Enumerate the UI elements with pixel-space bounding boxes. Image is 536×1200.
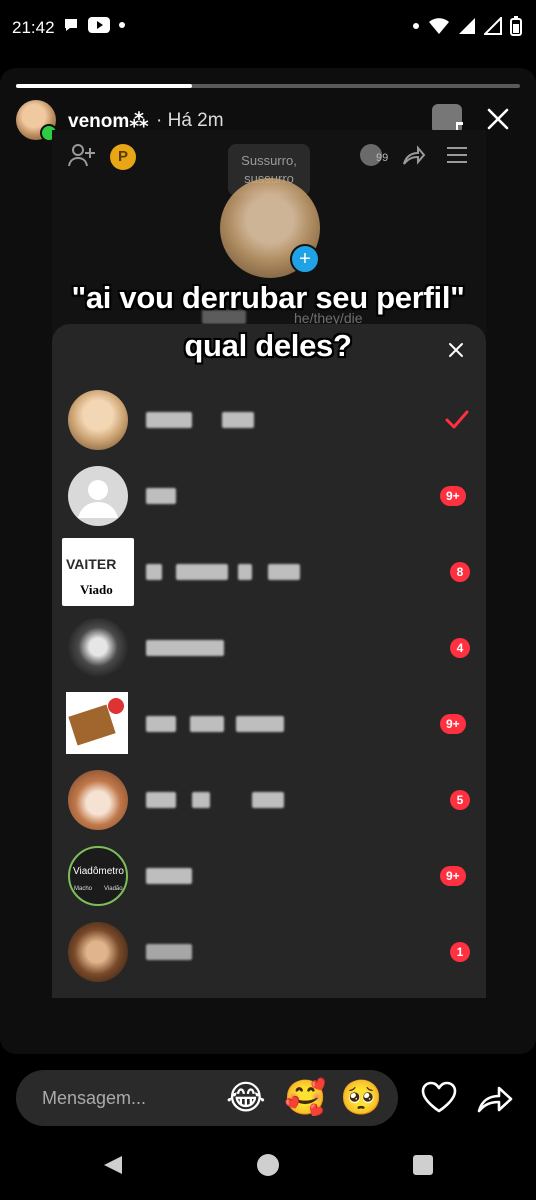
default-avatar-icon — [78, 480, 118, 518]
home-icon[interactable] — [256, 1153, 280, 1177]
account-row[interactable]: 1 — [52, 914, 486, 990]
blurred-name — [252, 792, 284, 808]
story-caption-line2: qual deles? — [184, 328, 352, 363]
avatar-text-right: Viadão — [104, 886, 123, 892]
story-caption: "ai vou derrubar seu perfil" qual deles? — [0, 274, 536, 370]
notification-badge: 4 — [450, 638, 470, 658]
notification-badge: 9+ — [440, 486, 466, 506]
p-badge: P — [110, 144, 136, 170]
dot-icon — [413, 23, 419, 29]
close-icon[interactable] — [485, 106, 511, 132]
account-avatar — [68, 390, 128, 450]
account-row[interactable] — [52, 382, 486, 458]
account-row[interactable]: Viadômetro Macho Viadão 9+ — [52, 838, 486, 914]
blurred-name — [146, 488, 176, 504]
account-row[interactable]: 4 — [52, 610, 486, 686]
android-nav-bar — [0, 1150, 536, 1200]
notification-badge: 5 — [450, 790, 470, 810]
account-row[interactable]: VAITER Viado 8 — [52, 534, 486, 610]
account-row[interactable]: 9+ — [52, 686, 486, 762]
avatar-text-top: VAITER — [66, 556, 117, 572]
recents-icon[interactable] — [412, 1154, 434, 1176]
blurred-name — [190, 716, 224, 732]
status-bar: 21:42 — [0, 0, 536, 60]
share-icon — [403, 145, 426, 165]
blurred-name — [146, 412, 192, 428]
blurred-name — [146, 792, 176, 808]
notification-badge: 9+ — [440, 714, 466, 734]
notification-badge: 1 — [450, 942, 470, 962]
account-avatar — [68, 466, 128, 526]
emoji-laughing[interactable]: 😂 — [226, 1080, 266, 1116]
message-input[interactable]: Mensagem... 😂 🥰 🥺 — [16, 1070, 398, 1126]
blurred-name — [146, 868, 192, 884]
back-icon[interactable] — [102, 1154, 124, 1176]
blurred-name — [222, 412, 254, 428]
share-icon[interactable] — [476, 1082, 514, 1114]
heart-icon[interactable] — [420, 1080, 458, 1114]
account-avatar — [66, 692, 128, 754]
account-switcher-sheet: 9+ VAITER Viado 8 4 9+ 5 Viadômetro Mach… — [52, 324, 486, 998]
dot-icon — [119, 22, 125, 28]
story-caption-line1: "ai vou derrubar seu perfil" — [71, 280, 465, 315]
account-avatar: VAITER Viado — [62, 538, 134, 606]
reply-bar: Mensagem... 😂 🥰 🥺 — [0, 1054, 536, 1200]
avatar-text-title: Viadômetro — [73, 866, 124, 877]
account-avatar — [68, 618, 128, 678]
shared-screenshot: P Sussurro, sussurro + 99 he/they/die — [52, 130, 486, 998]
blurred-name — [146, 564, 162, 580]
account-avatar — [68, 922, 128, 982]
emoji-pleading[interactable]: 🥺 — [340, 1080, 382, 1116]
story-viewer[interactable]: venom⁂ · Há 2m P Sussurro, sussurro + 99… — [0, 68, 536, 1054]
blurred-name — [146, 944, 192, 960]
status-right-icons — [412, 16, 522, 36]
inner-count: 99 — [376, 152, 389, 164]
signal-icon-2 — [484, 17, 502, 35]
emoji-hearts[interactable]: 🥰 — [284, 1080, 326, 1116]
menu-icon — [447, 147, 467, 163]
add-user-icon — [68, 144, 95, 167]
blurred-name — [238, 564, 252, 580]
signal-icon — [459, 18, 475, 34]
chat-notification-icon — [65, 19, 77, 31]
story-time-ago: · Há 2m — [156, 110, 224, 131]
avatar-text-bottom: Viado — [80, 582, 113, 597]
avatar-text-left: Macho — [74, 886, 93, 892]
blurred-name — [146, 716, 176, 732]
blurred-name — [192, 792, 210, 808]
message-placeholder: Mensagem... — [42, 1088, 147, 1108]
notification-badge: 8 — [450, 562, 470, 582]
youtube-icon — [88, 17, 110, 33]
account-avatar — [68, 770, 128, 830]
selected-check-icon — [445, 410, 469, 429]
blurred-name — [176, 564, 228, 580]
wifi-icon — [429, 18, 449, 34]
add-story-icon: + — [290, 244, 320, 274]
account-row[interactable]: 5 — [52, 762, 486, 838]
account-avatar: Viadômetro Macho Viadão — [68, 846, 128, 906]
story-progress-fill — [16, 84, 193, 88]
account-row[interactable]: 9+ — [52, 458, 486, 534]
blurred-name — [146, 640, 224, 656]
status-left-icons — [62, 16, 126, 34]
blurred-name — [236, 716, 284, 732]
story-progress-bar — [16, 84, 520, 88]
battery-icon — [510, 16, 522, 36]
status-time: 21:42 — [12, 18, 55, 37]
avatar-art-hat — [108, 698, 124, 714]
notification-badge: 9+ — [440, 866, 466, 886]
blurred-name — [268, 564, 300, 580]
